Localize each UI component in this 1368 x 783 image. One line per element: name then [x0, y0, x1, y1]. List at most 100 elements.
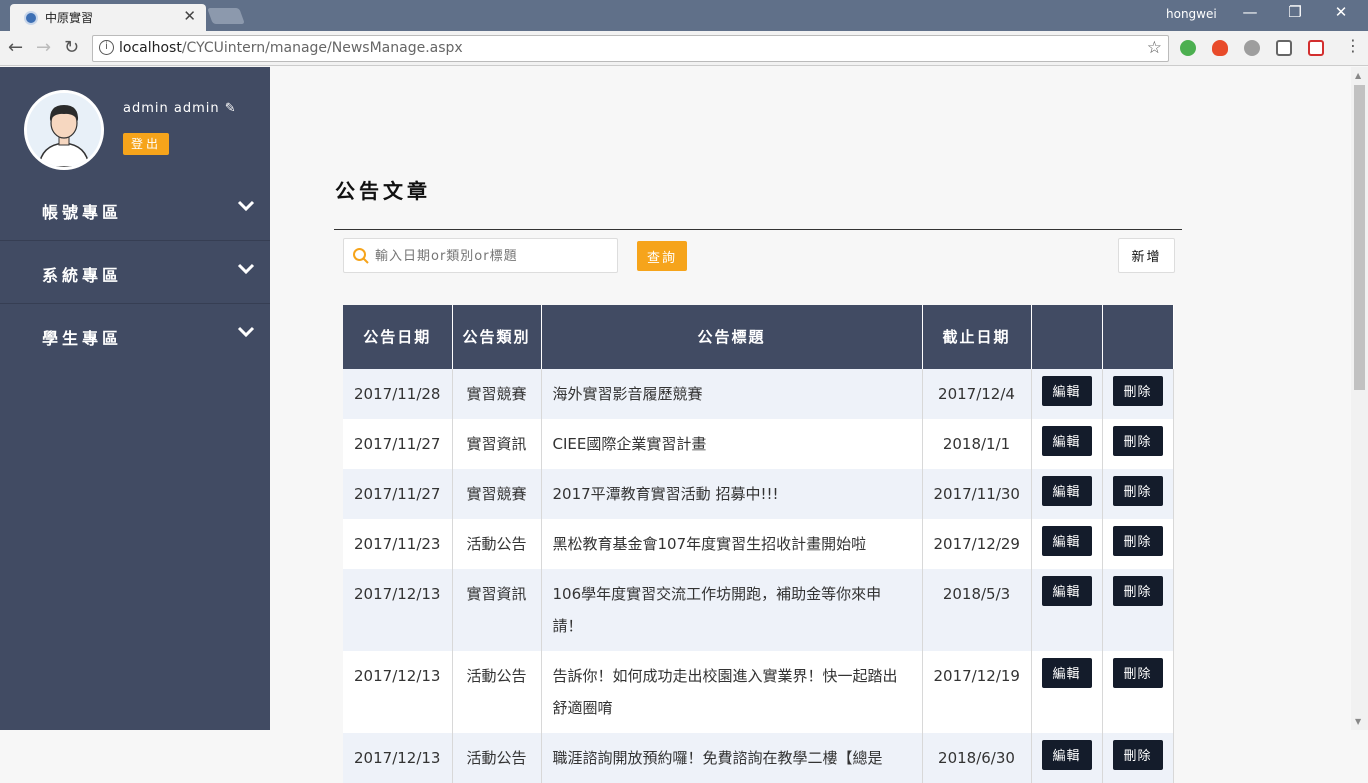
cell-title: 2017平潭教育實習活動 招募中!!! — [541, 469, 923, 519]
delete-button[interactable]: 刪除 — [1112, 525, 1163, 556]
edit-button[interactable]: 編輯 — [1041, 739, 1092, 770]
cell-category: 實習資訊 — [452, 419, 542, 469]
edit-button[interactable]: 編輯 — [1041, 657, 1092, 688]
sidebar-item-label: 學生專區 — [42, 329, 123, 348]
cell-title: 黑松教育基金會107年度實習生招收計畫開始啦 — [541, 519, 923, 569]
back-icon[interactable]: ← — [8, 37, 23, 58]
edit-cell: 編輯 — [1031, 519, 1103, 569]
forward-icon[interactable]: → — [36, 37, 51, 58]
header-delete — [1102, 305, 1174, 369]
site-info-icon[interactable]: i — [99, 40, 114, 55]
minimize-icon[interactable]: — — [1235, 3, 1265, 21]
table-row: 2017/12/13 活動公告 職涯諮詢開放預約囉！免費諮詢在教學二樓【總是 2018… — [343, 733, 1174, 783]
cell-date: 2017/12/13 — [343, 569, 453, 651]
cell-date: 2017/11/27 — [343, 419, 453, 469]
cell-title: 海外實習影音履歷競賽 — [541, 369, 923, 419]
cell-date: 2017/11/27 — [343, 469, 453, 519]
news-table: 公告日期 公告類別 公告標題 截止日期 2017/11/28 實習競賽 海外實習影音… — [343, 305, 1174, 783]
cell-deadline: 2018/5/3 — [922, 569, 1032, 651]
edit-cell: 編輯 — [1031, 651, 1103, 733]
reload-icon[interactable]: ↻ — [64, 37, 79, 58]
bookmark-star-icon[interactable]: ☆ — [1147, 38, 1162, 58]
scroll-down-icon[interactable]: ▼ — [1355, 717, 1361, 726]
header-deadline[interactable]: 截止日期 — [922, 305, 1032, 369]
browser-profile-name[interactable]: hongwei — [1166, 7, 1217, 21]
delete-button[interactable]: 刪除 — [1112, 425, 1163, 456]
add-button[interactable]: 新增 — [1118, 238, 1175, 273]
page-scrollbar[interactable]: ▲ ▼ — [1351, 67, 1368, 730]
sidebar-item-system[interactable]: 系統專區 — [0, 241, 270, 304]
sidebar-item-label: 系統專區 — [42, 266, 123, 285]
delete-button[interactable]: 刪除 — [1112, 657, 1163, 688]
delete-button[interactable]: 刪除 — [1112, 375, 1163, 406]
cell-title: 職涯諮詢開放預約囉！免費諮詢在教學二樓【總是 — [541, 733, 923, 783]
logout-button[interactable]: 登出 — [123, 133, 169, 155]
tab-title: 中原實習 — [45, 11, 94, 25]
header-date[interactable]: 公告日期 — [343, 305, 453, 369]
delete-cell: 刪除 — [1102, 651, 1174, 733]
cell-date: 2017/11/28 — [343, 369, 453, 419]
sidebar-item-label: 帳號專區 — [42, 203, 123, 222]
delete-button[interactable]: 刪除 — [1112, 575, 1163, 606]
edit-button[interactable]: 編輯 — [1041, 475, 1092, 506]
edit-button[interactable]: 編輯 — [1041, 425, 1092, 456]
tab-close-icon[interactable]: ✕ — [183, 7, 196, 25]
chevron-down-icon — [237, 326, 255, 338]
extension-play-icon[interactable] — [1308, 40, 1324, 56]
cell-deadline: 2017/12/4 — [922, 369, 1032, 419]
delete-cell: 刪除 — [1102, 733, 1174, 783]
window-close-icon[interactable]: ✕ — [1326, 3, 1356, 21]
table-row: 2017/11/28 實習競賽 海外實習影音履歷競賽 2017/12/4 編輯 刪除 — [343, 369, 1174, 419]
cell-category: 實習資訊 — [452, 569, 542, 651]
browser-tab[interactable]: 中原實習 ✕ — [10, 4, 206, 31]
header-title[interactable]: 公告標題 — [541, 305, 923, 369]
header-category[interactable]: 公告類別 — [452, 305, 542, 369]
profile-name-text: admin admin — [123, 101, 220, 116]
extension-fire-icon[interactable] — [1212, 40, 1228, 56]
new-tab-button[interactable] — [207, 8, 245, 24]
url-path: /CYCUintern/manage/NewsManage.aspx — [181, 40, 463, 56]
cell-deadline: 2017/11/30 — [922, 469, 1032, 519]
avatar — [24, 90, 104, 170]
scroll-thumb[interactable] — [1354, 85, 1365, 390]
edit-button[interactable]: 編輯 — [1041, 375, 1092, 406]
address-bar[interactable]: i localhost/CYCUintern/manage/NewsManage… — [92, 35, 1169, 62]
delete-cell: 刪除 — [1102, 369, 1174, 419]
query-button[interactable]: 查詢 — [637, 241, 687, 271]
edit-cell: 編輯 — [1031, 369, 1103, 419]
sidebar-item-account[interactable]: 帳號專區 — [0, 178, 270, 241]
extension-circle-icon[interactable] — [1244, 40, 1260, 56]
sidebar: admin admin ✎ 登出 帳號專區 系統專區 學生專區 — [0, 67, 270, 730]
extension-pocket-icon[interactable] — [1276, 40, 1292, 56]
delete-button[interactable]: 刪除 — [1112, 475, 1163, 506]
browser-menu-icon[interactable]: ⋮ — [1345, 36, 1361, 55]
delete-button[interactable]: 刪除 — [1112, 739, 1163, 770]
restore-icon[interactable]: ❐ — [1280, 3, 1310, 21]
cell-title: CIEE國際企業實習計畫 — [541, 419, 923, 469]
edit-button[interactable]: 編輯 — [1041, 575, 1092, 606]
edit-cell: 編輯 — [1031, 733, 1103, 783]
extension-shield-icon[interactable] — [1180, 40, 1196, 56]
cell-category: 活動公告 — [452, 733, 542, 783]
cell-category: 活動公告 — [452, 651, 542, 733]
cell-date: 2017/12/13 — [343, 651, 453, 733]
table-row: 2017/11/27 實習資訊 CIEE國際企業實習計畫 2018/1/1 編輯 刪除 — [343, 419, 1174, 469]
search-icon — [353, 248, 369, 264]
delete-cell: 刪除 — [1102, 519, 1174, 569]
search-input[interactable] — [375, 245, 610, 267]
cell-deadline: 2018/1/1 — [922, 419, 1032, 469]
delete-cell: 刪除 — [1102, 569, 1174, 651]
edit-button[interactable]: 編輯 — [1041, 525, 1092, 556]
edit-profile-icon[interactable]: ✎ — [225, 101, 237, 116]
chevron-down-icon — [237, 200, 255, 212]
sidebar-item-student[interactable]: 學生專區 — [0, 304, 270, 367]
news-table-body: 2017/11/28 實習競賽 海外實習影音履歷競賽 2017/12/4 編輯 刪除 201… — [343, 369, 1174, 783]
search-box[interactable] — [343, 238, 618, 273]
main-content: 公告文章 查詢 新增 公告日期 公告類別 公告標題 截止日期 2017/11/2… — [270, 67, 1351, 783]
browser-toolbar: ← → ↻ i localhost/CYCUintern/manage/News… — [0, 31, 1368, 66]
header-edit — [1031, 305, 1103, 369]
cell-title: 告訴你！如何成功走出校園進入實業界！快一起踏出舒適圈唷 — [541, 651, 923, 733]
scroll-up-icon[interactable]: ▲ — [1355, 71, 1361, 80]
cell-date: 2017/11/23 — [343, 519, 453, 569]
delete-cell: 刪除 — [1102, 419, 1174, 469]
